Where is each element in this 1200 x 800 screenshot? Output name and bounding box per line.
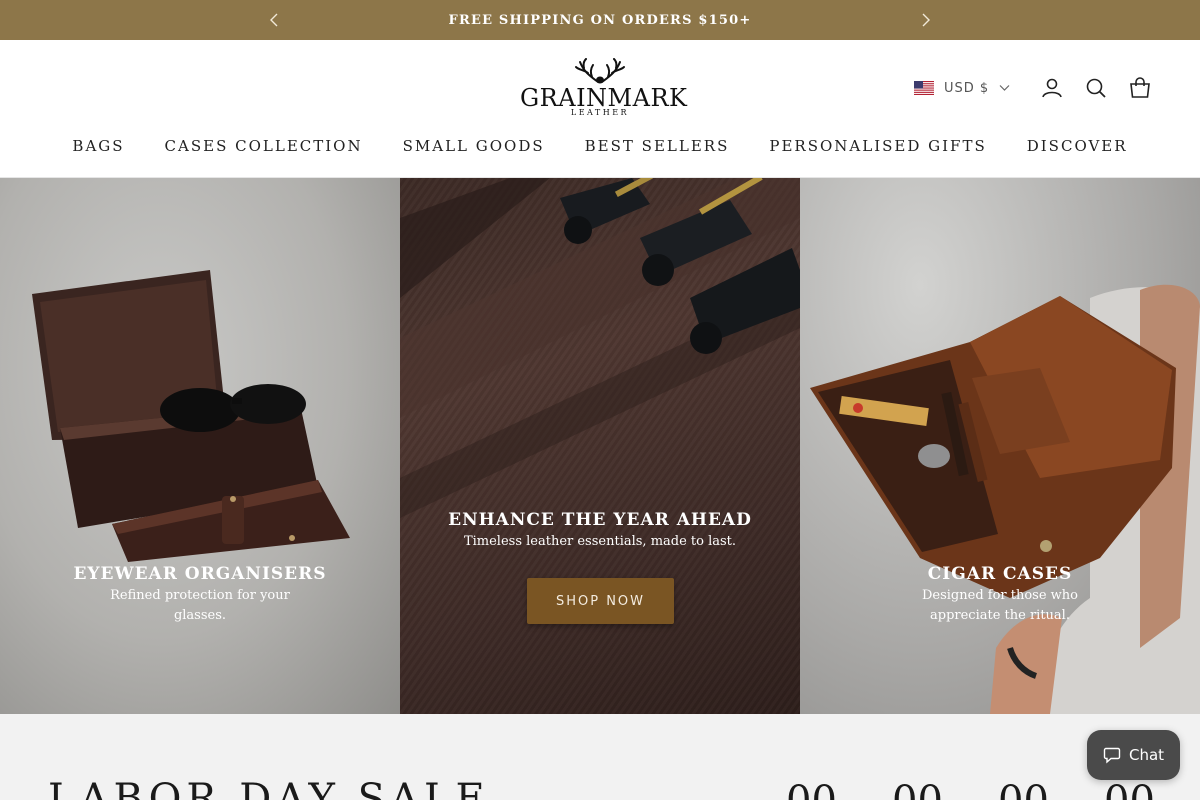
- featured-subtitle: Timeless leather essentials, made to las…: [463, 534, 737, 549]
- nav-item-discover[interactable]: DISCOVER: [1007, 137, 1148, 155]
- announcement-bar: FREE SHIPPING ON ORDERS $150+: [0, 0, 1200, 40]
- hero-collections: EYEWEAR ORGANISERS Refined protection fo…: [0, 178, 1200, 714]
- us-flag-icon: [914, 81, 934, 95]
- logo-subtitle: LEATHER: [570, 108, 630, 117]
- eyewear-subtitle: Refined protection for your glasses.: [110, 588, 290, 623]
- sale-section: LABOR DAY SALE 00 00 00 00: [0, 714, 1200, 800]
- hero-panel-featured: ENHANCE THE YEAR AHEAD Timeless leather …: [400, 178, 800, 714]
- chat-bubble-icon: [1103, 747, 1121, 764]
- countdown-hours: 00: [892, 778, 948, 800]
- account-icon[interactable]: [1040, 76, 1064, 100]
- eyewear-title: EYEWEAR ORGANISERS: [73, 564, 327, 584]
- chevron-down-icon: [999, 85, 1010, 91]
- currency-selector[interactable]: USD $: [914, 78, 1010, 98]
- hero-panel-cigar[interactable]: CIGAR CASES Designed for those who appre…: [800, 178, 1200, 714]
- logo[interactable]: GRAINMARK LEATHER: [520, 58, 687, 120]
- site-header: GRAINMARK LEATHER USD $ BAGS CASES COLLE…: [0, 40, 1200, 178]
- eyewear-caption: EYEWEAR ORGANISERS Refined protection fo…: [0, 564, 400, 626]
- main-nav: BAGS CASES COLLECTION SMALL GOODS BEST S…: [0, 137, 1200, 155]
- featured-title: ENHANCE THE YEAR AHEAD: [448, 510, 752, 530]
- chevron-left-icon[interactable]: [264, 10, 284, 30]
- cigar-subtitle: Designed for those who appreciate the ri…: [921, 588, 1079, 623]
- chat-button[interactable]: Chat: [1087, 730, 1180, 780]
- nav-item-cases-collection[interactable]: CASES COLLECTION: [145, 137, 383, 155]
- cigar-title: CIGAR CASES: [927, 564, 1073, 584]
- hero-panel-eyewear[interactable]: EYEWEAR ORGANISERS Refined protection fo…: [0, 178, 400, 714]
- cigar-caption: CIGAR CASES Designed for those who appre…: [800, 564, 1200, 626]
- nav-item-bags[interactable]: BAGS: [52, 137, 144, 155]
- countdown-days: 00: [786, 778, 842, 800]
- nav-item-best-sellers[interactable]: BEST SELLERS: [565, 137, 750, 155]
- nav-item-personalised-gifts[interactable]: PERSONALISED GIFTS: [749, 137, 1006, 155]
- chevron-right-icon[interactable]: [916, 10, 936, 30]
- countdown-timer: 00 00 00 00: [786, 778, 1160, 800]
- announcement-text: FREE SHIPPING ON ORDERS $150+: [448, 12, 752, 28]
- antlers-icon: [575, 58, 625, 84]
- countdown-minutes: 00: [998, 778, 1054, 800]
- cigar-case-image: [810, 284, 1200, 714]
- featured-caption: ENHANCE THE YEAR AHEAD Timeless leather …: [400, 510, 800, 552]
- chat-label: Chat: [1128, 746, 1165, 764]
- eyewear-case-image: [32, 270, 350, 562]
- pen-case-image: [400, 178, 800, 518]
- shop-now-button[interactable]: SHOP NOW: [527, 578, 674, 624]
- search-icon[interactable]: [1084, 76, 1108, 100]
- sale-title: LABOR DAY SALE: [48, 776, 490, 800]
- countdown-seconds: 00: [1104, 778, 1160, 800]
- cart-icon[interactable]: [1128, 76, 1152, 100]
- nav-item-small-goods[interactable]: SMALL GOODS: [383, 137, 565, 155]
- currency-label: USD $: [944, 80, 990, 96]
